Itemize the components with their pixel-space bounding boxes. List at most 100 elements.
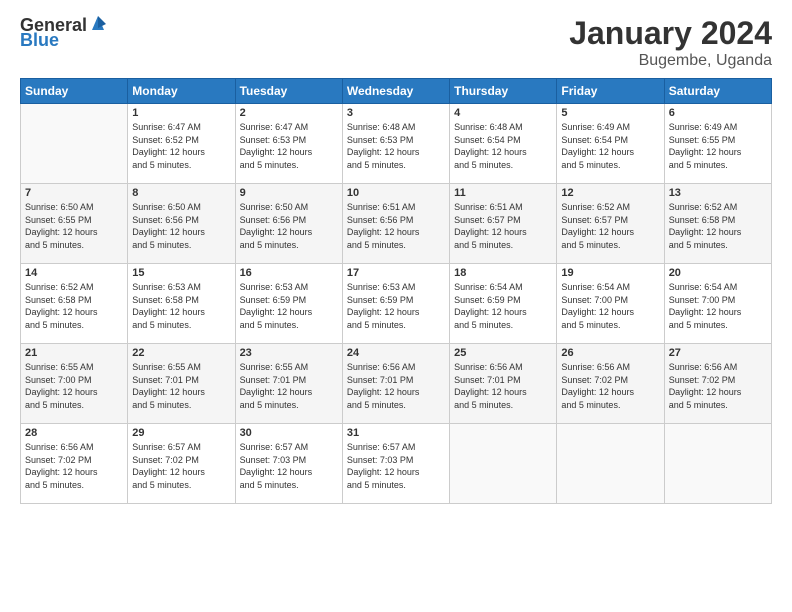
- day-number: 31: [347, 427, 445, 439]
- day-info: Sunrise: 6:53 AM Sunset: 6:59 PM Dayligh…: [240, 281, 338, 331]
- cell-w3-d2: 23 Sunrise: 6:55 AM Sunset: 7:01 PM Dayli…: [235, 344, 342, 424]
- day-number: 14: [25, 267, 123, 279]
- day-info: Sunrise: 6:48 AM Sunset: 6:53 PM Dayligh…: [347, 121, 445, 171]
- day-number: 29: [132, 427, 230, 439]
- week-row-1: 7Sunrise: 6:50 AM Sunset: 6:55 PM Daylig…: [21, 184, 772, 264]
- cell-w3-d1: 22 Sunrise: 6:55 AM Sunset: 7:01 PM Dayli…: [128, 344, 235, 424]
- day-info: Sunrise: 6:54 AM Sunset: 7:00 PM Dayligh…: [669, 281, 767, 331]
- col-sunday: Sunday: [21, 79, 128, 104]
- day-number: 27: [669, 347, 767, 359]
- cell-w1-d6: 13 Sunrise: 6:52 AM Sunset: 6:58 PM Dayli…: [664, 184, 771, 264]
- cell-w4-d3: 31 Sunrise: 6:57 AM Sunset: 7:03 PM Dayli…: [342, 424, 449, 504]
- day-number: 10: [347, 187, 445, 199]
- day-info: Sunrise: 6:56 AM Sunset: 7:01 PM Dayligh…: [454, 361, 552, 411]
- day-number: 24: [347, 347, 445, 359]
- week-row-4: 28Sunrise: 6:56 AM Sunset: 7:02 PM Dayli…: [21, 424, 772, 504]
- cell-w1-d2: 9 Sunrise: 6:50 AM Sunset: 6:56 PM Daylig…: [235, 184, 342, 264]
- cell-w4-d4: [450, 424, 557, 504]
- day-info: Sunrise: 6:57 AM Sunset: 7:03 PM Dayligh…: [240, 441, 338, 491]
- day-number: 20: [669, 267, 767, 279]
- day-number: 19: [561, 267, 659, 279]
- day-info: Sunrise: 6:56 AM Sunset: 7:01 PM Dayligh…: [347, 361, 445, 411]
- day-number: 1: [132, 107, 230, 119]
- cell-w3-d0: 21Sunrise: 6:55 AM Sunset: 7:00 PM Dayli…: [21, 344, 128, 424]
- day-number: 5: [561, 107, 659, 119]
- day-info: Sunrise: 6:50 AM Sunset: 6:56 PM Dayligh…: [240, 201, 338, 251]
- day-info: Sunrise: 6:55 AM Sunset: 7:01 PM Dayligh…: [132, 361, 230, 411]
- cell-w2-d3: 17Sunrise: 6:53 AM Sunset: 6:59 PM Dayli…: [342, 264, 449, 344]
- day-number: 23: [240, 347, 338, 359]
- day-info: Sunrise: 6:51 AM Sunset: 6:57 PM Dayligh…: [454, 201, 552, 251]
- location: Bugembe, Uganda: [569, 52, 772, 70]
- header-row: Sunday Monday Tuesday Wednesday Thursday…: [21, 79, 772, 104]
- day-info: Sunrise: 6:47 AM Sunset: 6:53 PM Dayligh…: [240, 121, 338, 171]
- day-number: 13: [669, 187, 767, 199]
- day-info: Sunrise: 6:48 AM Sunset: 6:54 PM Dayligh…: [454, 121, 552, 171]
- logo-icon: [88, 12, 108, 32]
- day-number: 11: [454, 187, 552, 199]
- col-monday: Monday: [128, 79, 235, 104]
- cell-w0-d5: 5 Sunrise: 6:49 AM Sunset: 6:54 PM Daylig…: [557, 104, 664, 184]
- cell-w3-d6: 27Sunrise: 6:56 AM Sunset: 7:02 PM Dayli…: [664, 344, 771, 424]
- logo-blue: Blue: [20, 30, 59, 51]
- day-info: Sunrise: 6:57 AM Sunset: 7:02 PM Dayligh…: [132, 441, 230, 491]
- cell-w0-d2: 2Sunrise: 6:47 AM Sunset: 6:53 PM Daylig…: [235, 104, 342, 184]
- month-title: January 2024: [569, 15, 772, 52]
- cell-w1-d4: 11 Sunrise: 6:51 AM Sunset: 6:57 PM Dayli…: [450, 184, 557, 264]
- day-info: Sunrise: 6:56 AM Sunset: 7:02 PM Dayligh…: [561, 361, 659, 411]
- day-number: 12: [561, 187, 659, 199]
- cell-w1-d5: 12 Sunrise: 6:52 AM Sunset: 6:57 PM Dayli…: [557, 184, 664, 264]
- day-info: Sunrise: 6:54 AM Sunset: 7:00 PM Dayligh…: [561, 281, 659, 331]
- cell-w0-d0: [21, 104, 128, 184]
- day-number: 7: [25, 187, 123, 199]
- cell-w2-d0: 14 Sunrise: 6:52 AM Sunset: 6:58 PM Dayli…: [21, 264, 128, 344]
- day-info: Sunrise: 6:51 AM Sunset: 6:56 PM Dayligh…: [347, 201, 445, 251]
- week-row-3: 21Sunrise: 6:55 AM Sunset: 7:00 PM Dayli…: [21, 344, 772, 424]
- cell-w0-d3: 3Sunrise: 6:48 AM Sunset: 6:53 PM Daylig…: [342, 104, 449, 184]
- day-info: Sunrise: 6:52 AM Sunset: 6:58 PM Dayligh…: [25, 281, 123, 331]
- day-number: 6: [669, 107, 767, 119]
- day-info: Sunrise: 6:57 AM Sunset: 7:03 PM Dayligh…: [347, 441, 445, 491]
- day-number: 18: [454, 267, 552, 279]
- cell-w0-d4: 4Sunrise: 6:48 AM Sunset: 6:54 PM Daylig…: [450, 104, 557, 184]
- cell-w2-d6: 20 Sunrise: 6:54 AM Sunset: 7:00 PM Dayli…: [664, 264, 771, 344]
- day-number: 16: [240, 267, 338, 279]
- day-number: 8: [132, 187, 230, 199]
- day-info: Sunrise: 6:55 AM Sunset: 7:01 PM Dayligh…: [240, 361, 338, 411]
- day-info: Sunrise: 6:47 AM Sunset: 6:52 PM Dayligh…: [132, 121, 230, 171]
- day-number: 15: [132, 267, 230, 279]
- week-row-2: 14 Sunrise: 6:52 AM Sunset: 6:58 PM Dayli…: [21, 264, 772, 344]
- cell-w2-d5: 19 Sunrise: 6:54 AM Sunset: 7:00 PM Dayli…: [557, 264, 664, 344]
- col-wednesday: Wednesday: [342, 79, 449, 104]
- cell-w2-d1: 15Sunrise: 6:53 AM Sunset: 6:58 PM Dayli…: [128, 264, 235, 344]
- col-friday: Friday: [557, 79, 664, 104]
- day-number: 25: [454, 347, 552, 359]
- day-info: Sunrise: 6:52 AM Sunset: 6:57 PM Dayligh…: [561, 201, 659, 251]
- day-number: 30: [240, 427, 338, 439]
- day-info: Sunrise: 6:49 AM Sunset: 6:54 PM Dayligh…: [561, 121, 659, 171]
- cell-w4-d2: 30 Sunrise: 6:57 AM Sunset: 7:03 PM Dayli…: [235, 424, 342, 504]
- cell-w0-d1: 1 Sunrise: 6:47 AM Sunset: 6:52 PM Daylig…: [128, 104, 235, 184]
- day-info: Sunrise: 6:52 AM Sunset: 6:58 PM Dayligh…: [669, 201, 767, 251]
- title-area: January 2024 Bugembe, Uganda: [569, 15, 772, 70]
- cell-w0-d6: 6Sunrise: 6:49 AM Sunset: 6:55 PM Daylig…: [664, 104, 771, 184]
- day-info: Sunrise: 6:53 AM Sunset: 6:59 PM Dayligh…: [347, 281, 445, 331]
- cell-w1-d1: 8 Sunrise: 6:50 AM Sunset: 6:56 PM Daylig…: [128, 184, 235, 264]
- calendar-table: Sunday Monday Tuesday Wednesday Thursday…: [20, 78, 772, 504]
- day-info: Sunrise: 6:54 AM Sunset: 6:59 PM Dayligh…: [454, 281, 552, 331]
- day-number: 22: [132, 347, 230, 359]
- col-saturday: Saturday: [664, 79, 771, 104]
- day-info: Sunrise: 6:50 AM Sunset: 6:56 PM Dayligh…: [132, 201, 230, 251]
- day-number: 9: [240, 187, 338, 199]
- day-number: 26: [561, 347, 659, 359]
- page: General Blue January 2024 Bugembe, Ugand…: [0, 0, 792, 612]
- header: General Blue January 2024 Bugembe, Ugand…: [20, 15, 772, 70]
- col-thursday: Thursday: [450, 79, 557, 104]
- cell-w1-d3: 10 Sunrise: 6:51 AM Sunset: 6:56 PM Dayli…: [342, 184, 449, 264]
- week-row-0: 1 Sunrise: 6:47 AM Sunset: 6:52 PM Daylig…: [21, 104, 772, 184]
- day-number: 21: [25, 347, 123, 359]
- col-tuesday: Tuesday: [235, 79, 342, 104]
- cell-w3-d4: 25 Sunrise: 6:56 AM Sunset: 7:01 PM Dayli…: [450, 344, 557, 424]
- cell-w1-d0: 7Sunrise: 6:50 AM Sunset: 6:55 PM Daylig…: [21, 184, 128, 264]
- cell-w4-d5: [557, 424, 664, 504]
